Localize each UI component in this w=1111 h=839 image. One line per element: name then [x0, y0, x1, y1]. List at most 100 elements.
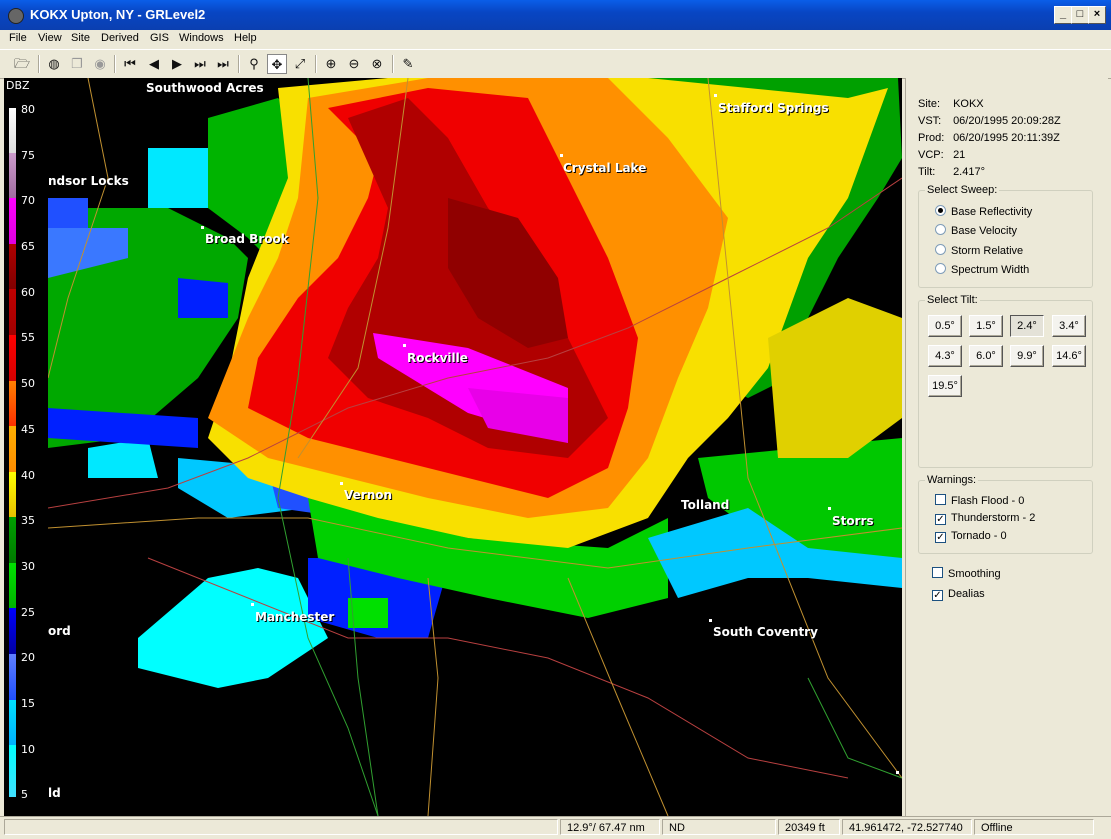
tilt-button-2-4[interactable]: 2.4° [1010, 315, 1044, 337]
vst-label: VST: [918, 115, 942, 127]
city-label: Vernon [344, 488, 393, 502]
measure-icon[interactable]: ⤢ [290, 54, 310, 74]
warning-thunderstorm[interactable]: ✓ Thunderstorm - 2 [935, 512, 1035, 525]
sweep-group: Select Sweep: Base Reflectivity Base Vel… [918, 184, 1093, 288]
tilt-button-1-5[interactable]: 1.5° [969, 315, 1003, 337]
legend-tick: 25 [21, 606, 35, 619]
prod-label: Prod: [918, 132, 945, 144]
last-frame-icon[interactable]: ⏭ [213, 54, 233, 74]
zoom-icon[interactable]: ⚲ [244, 54, 264, 74]
menu-help[interactable]: Help [234, 32, 257, 44]
legend-title: DBZ [6, 79, 30, 92]
menu-site[interactable]: Site [71, 32, 90, 44]
legend-tick: 70 [21, 194, 35, 207]
tilt-button-3-4[interactable]: 3.4° [1052, 315, 1086, 337]
radio-icon [935, 244, 946, 255]
control-panel: Site: KOKX VST: 06/20/1995 20:09:28Z Pro… [905, 78, 1108, 816]
tilt-button-0-5[interactable]: 0.5° [928, 315, 962, 337]
title-bar: KOKX Upton, NY - GRLevel2 _ □ × [0, 0, 1111, 30]
tilt-button-19-5[interactable]: 19.5° [928, 375, 962, 397]
checkbox-checked-icon: ✓ [932, 590, 943, 601]
city-dot [896, 771, 899, 774]
legend-tick: 15 [21, 697, 35, 710]
checkbox-checked-icon: ✓ [935, 532, 946, 543]
vcp-value: 21 [953, 149, 966, 161]
city-label: Stafford Springs [718, 101, 829, 115]
color-scale [9, 108, 16, 797]
status-height: 20349 ft [778, 819, 840, 835]
sweep-group-title: Select Sweep: [925, 184, 1000, 196]
status-value: ND [662, 819, 776, 835]
tilt-button-14-6[interactable]: 14.6° [1052, 345, 1086, 367]
status-empty [4, 819, 558, 835]
tilt-button-6-0[interactable]: 6.0° [969, 345, 1003, 367]
warning-tornado[interactable]: ✓ Tornado - 0 [935, 530, 1007, 543]
status-bar: 12.9°/ 67.47 nm ND 20349 ft 41.961472, -… [0, 816, 1111, 839]
legend-tick: 35 [21, 514, 35, 527]
toolbar: 🗁 ◍ ❐ ◉ ⏮ ◀ ▶ ⏭ ⏭ ⚲ ✥ ⤢ ⊕ ⊖ ⊗ ✎ [0, 49, 1111, 79]
city-dot [714, 94, 717, 97]
warnings-group: Warnings: Flash Flood - 0 ✓ Thunderstorm … [918, 474, 1093, 554]
menu-windows[interactable]: Windows [179, 32, 224, 44]
legend-tick: 55 [21, 331, 35, 344]
copy-icon[interactable]: ❐ [67, 54, 87, 74]
sweep-base-reflectivity[interactable]: Base Reflectivity [935, 205, 1032, 218]
sweep-base-velocity[interactable]: Base Velocity [935, 224, 1017, 237]
dealias-checkbox[interactable]: ✓ Dealias [932, 588, 985, 601]
prod-value: 06/20/1995 20:11:39Z [953, 132, 1060, 144]
vcp-label: VCP: [918, 149, 944, 161]
city-label: Broad Brook [205, 232, 289, 246]
status-state: Offline [974, 819, 1094, 835]
pan-icon[interactable]: ✥ [267, 54, 287, 74]
next-frame-icon[interactable]: ⏭ [190, 54, 210, 74]
first-frame-icon[interactable]: ⏮ [120, 54, 140, 74]
app-icon [8, 8, 24, 24]
menu-file[interactable]: File [9, 32, 27, 44]
minimize-button[interactable]: _ [1054, 6, 1072, 24]
city-dot [201, 226, 204, 229]
open-folder-icon[interactable]: 🗁 [12, 54, 32, 74]
tilt-button-4-3[interactable]: 4.3° [928, 345, 962, 367]
radar-map[interactable]: Southwood Acres Stafford Springs ndsor L… [48, 78, 902, 816]
menu-bar: File View Site Derived GIS Windows Help [0, 30, 1111, 48]
menu-gis[interactable]: GIS [150, 32, 169, 44]
site-value: KOKX [953, 98, 984, 110]
tilt-group-title: Select Tilt: [925, 294, 980, 306]
legend-tick: 60 [21, 286, 35, 299]
legend-tick: 30 [21, 560, 35, 573]
city-label: Crystal Lake [563, 161, 647, 175]
sweep-spectrum-width[interactable]: Spectrum Width [935, 263, 1029, 276]
prev-frame-icon[interactable]: ◀ [144, 54, 164, 74]
close-button[interactable]: × [1088, 6, 1106, 24]
legend-tick: 75 [21, 149, 35, 162]
smoothing-checkbox[interactable]: Smoothing [932, 567, 1001, 580]
maximize-button[interactable]: □ [1071, 6, 1089, 24]
legend-tick: 10 [21, 743, 35, 756]
tilt-button-9-9[interactable]: 9.9° [1010, 345, 1044, 367]
vst-value: 06/20/1995 20:09:28Z [953, 115, 1061, 127]
city-label: Rockville [407, 351, 468, 365]
radio-icon [935, 263, 946, 274]
city-dot [828, 507, 831, 510]
zoom-reset-icon[interactable]: ⊗ [367, 54, 387, 74]
zoom-out-icon[interactable]: ⊖ [344, 54, 364, 74]
city-label: ord [48, 624, 71, 638]
checkbox-icon [935, 494, 946, 505]
play-icon[interactable]: ▶ [167, 54, 187, 74]
legend-tick: 20 [21, 651, 35, 664]
sweep-storm-relative[interactable]: Storm Relative [935, 244, 1023, 257]
status-polar: 12.9°/ 67.47 nm [560, 819, 660, 835]
zoom-in-icon[interactable]: ⊕ [321, 54, 341, 74]
menu-view[interactable]: View [38, 32, 62, 44]
menu-derived[interactable]: Derived [101, 32, 139, 44]
camera-icon[interactable]: ◉ [90, 54, 110, 74]
globe-icon[interactable]: ◍ [44, 54, 64, 74]
pin-icon[interactable]: ✎ [398, 54, 418, 74]
legend-tick: 5 [21, 788, 28, 801]
radio-selected-icon [935, 205, 946, 216]
city-label: South Coventry [713, 625, 818, 639]
city-label: Storrs [832, 514, 874, 528]
city-label: ndsor Locks [48, 174, 129, 188]
tilt-group: Select Tilt: 0.5° 1.5° 2.4° 3.4° 4.3° 6.… [918, 294, 1093, 468]
warning-flash-flood[interactable]: Flash Flood - 0 [935, 494, 1024, 507]
